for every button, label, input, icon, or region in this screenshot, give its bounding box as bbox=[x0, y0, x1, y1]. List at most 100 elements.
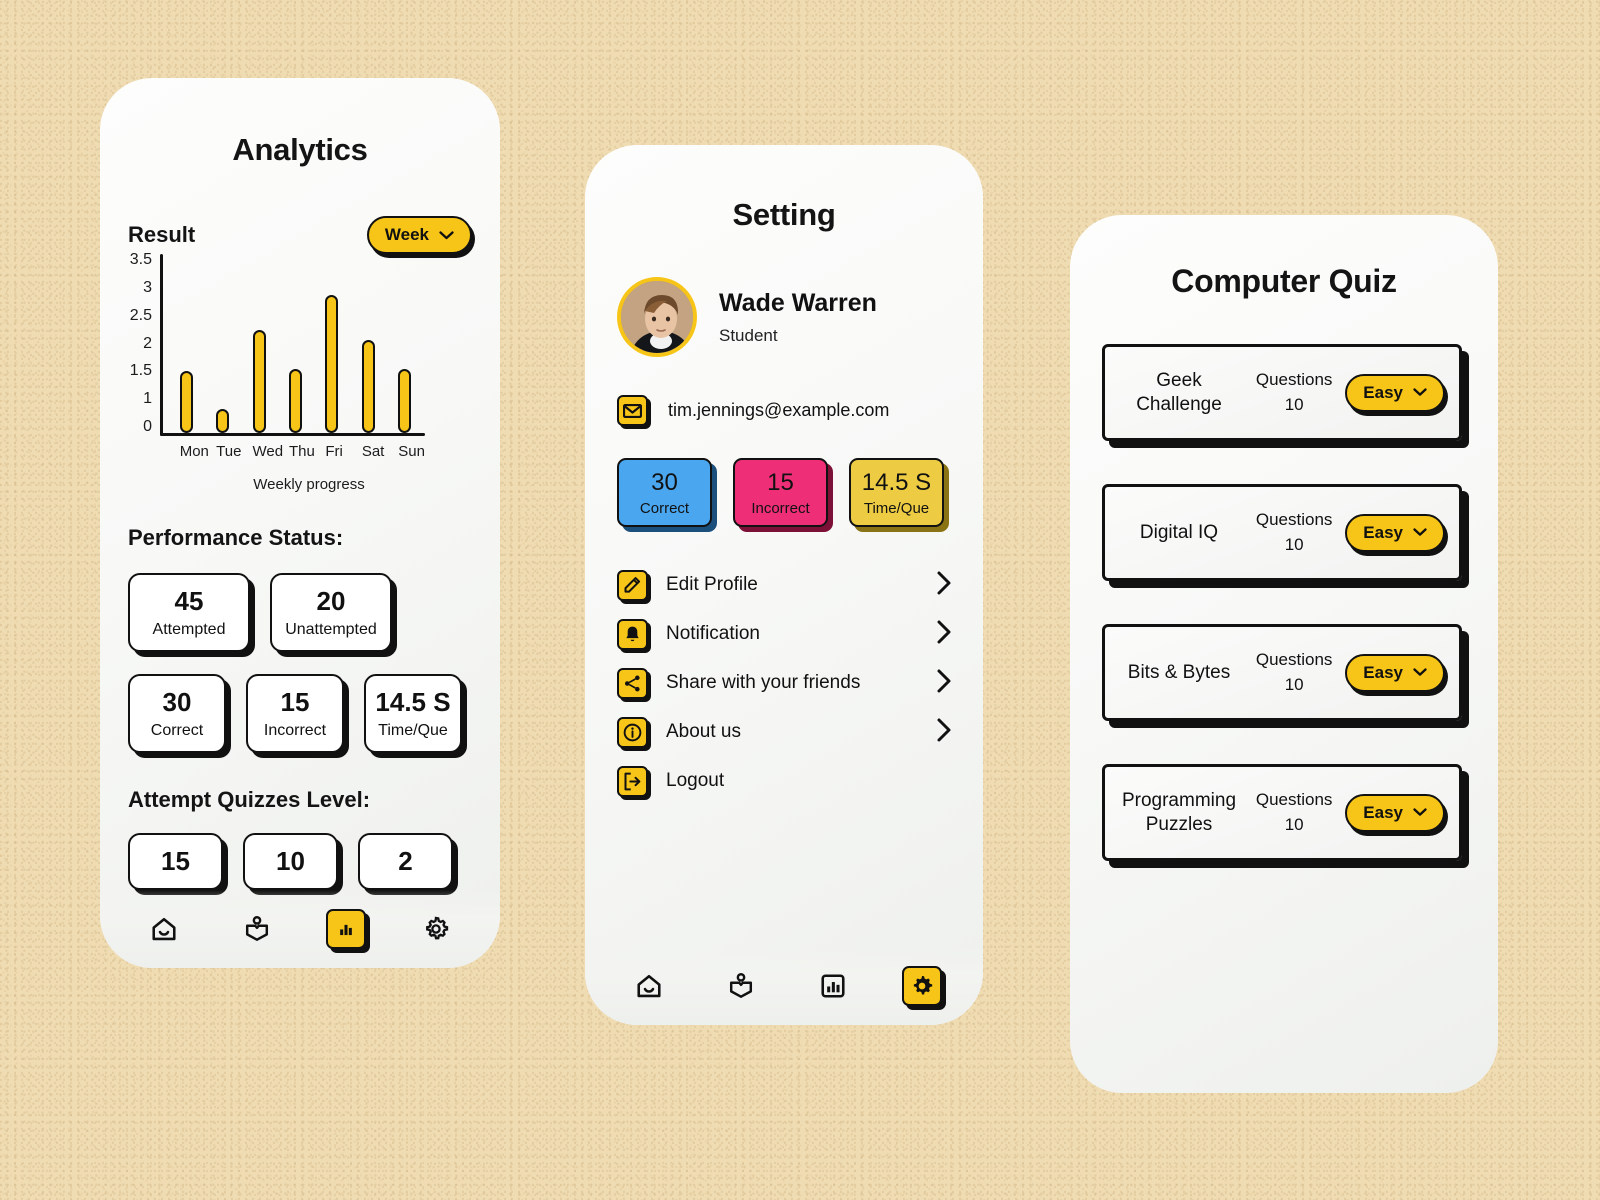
chart-y-tick: 2 bbox=[143, 334, 152, 352]
chevron-right-glyph bbox=[937, 571, 951, 595]
menu-item-label: Logout bbox=[666, 770, 725, 792]
home-icon-glyph bbox=[152, 917, 176, 941]
user-avatar-image bbox=[621, 281, 693, 353]
stat-card[interactable]: 45 Attempted bbox=[128, 573, 250, 652]
bottom-navigation bbox=[585, 947, 983, 1025]
stat-card[interactable]: 15 bbox=[128, 832, 223, 890]
mail-icon bbox=[617, 395, 648, 426]
chart-x-tick: Mon bbox=[179, 443, 209, 460]
chevron-down-icon bbox=[439, 230, 454, 239]
performance-row-1: 45 Attempted 20 Unattempted bbox=[128, 573, 500, 652]
setting-stat-card[interactable]: 30 Correct bbox=[617, 458, 712, 527]
pencil-icon bbox=[617, 569, 648, 601]
menu-item-edit-profile[interactable]: Edit Profile bbox=[617, 561, 953, 610]
stat-card[interactable]: 30 Correct bbox=[128, 673, 226, 753]
quiz-card[interactable]: Geek Challenge Questions 10 Easy bbox=[1102, 344, 1462, 441]
setting-stat-card[interactable]: 14.5 S Time/Que bbox=[849, 458, 944, 527]
setting-screen: Setting Wade Warren Student tim.jennings… bbox=[585, 145, 983, 1025]
menu-item-label: Share with your friends bbox=[666, 672, 861, 694]
menu-item-logout[interactable]: Logout bbox=[617, 757, 953, 806]
nav-learning[interactable] bbox=[718, 963, 764, 1009]
result-label: Result bbox=[128, 222, 196, 247]
chart-y-tick: 2.5 bbox=[129, 306, 152, 324]
chart-bar bbox=[361, 339, 375, 433]
nav-home[interactable] bbox=[626, 963, 672, 1009]
chart-x-tick: Thu bbox=[288, 443, 315, 460]
quiz-card-name: Programming Puzzles bbox=[1121, 789, 1237, 835]
menu-item-label: About us bbox=[666, 721, 741, 743]
nav-gear[interactable] bbox=[902, 966, 942, 1006]
menu-item-label: Notification bbox=[666, 623, 760, 645]
stat-card[interactable]: 20 Unattempted bbox=[270, 573, 392, 652]
quiz-card-list: Geek Challenge Questions 10 Easy Digital … bbox=[1102, 344, 1462, 861]
chart-icon-solid-glyph bbox=[340, 924, 353, 936]
mail-glyph bbox=[623, 403, 642, 418]
setting-stat-value: 30 bbox=[651, 469, 678, 496]
chart-bar bbox=[325, 294, 339, 433]
nav-chart[interactable] bbox=[810, 963, 856, 1009]
range-dropdown[interactable]: Week bbox=[366, 216, 472, 254]
setting-menu-list: Edit Profile Notification Share with you… bbox=[617, 561, 953, 806]
chevron-right-glyph bbox=[937, 620, 951, 644]
stat-card[interactable]: 10 bbox=[243, 832, 338, 890]
menu-item-share-with-your-friends[interactable]: Share with your friends bbox=[617, 659, 953, 708]
chevron-right-icon[interactable] bbox=[936, 619, 953, 650]
nav-learning[interactable] bbox=[234, 906, 280, 952]
setting-stat-label: Time/Que bbox=[863, 499, 930, 517]
nav-home[interactable] bbox=[141, 906, 187, 952]
quiz-card[interactable]: Digital IQ Questions 10 Easy bbox=[1102, 484, 1462, 581]
setting-stat-label: Correct bbox=[639, 499, 690, 517]
chevron-right-icon[interactable] bbox=[936, 717, 953, 748]
stat-card-value: 2 bbox=[398, 845, 413, 876]
chevron-right-icon[interactable] bbox=[936, 570, 953, 601]
quiz-card-name: Geek Challenge bbox=[1136, 369, 1222, 415]
stat-card-value: 20 bbox=[316, 586, 346, 616]
page-title: Analytics bbox=[232, 132, 368, 167]
chart-y-tick: 3.5 bbox=[129, 251, 152, 268]
chevron-down-glyph bbox=[1413, 528, 1427, 536]
difficulty-dropdown[interactable]: Easy bbox=[1345, 373, 1445, 412]
quiz-card-questions: Questions 10 bbox=[1255, 649, 1333, 694]
nav-gear[interactable] bbox=[413, 906, 459, 952]
nav-chart[interactable] bbox=[326, 909, 367, 949]
difficulty-dropdown[interactable]: Easy bbox=[1345, 793, 1445, 832]
menu-item-label: Edit Profile bbox=[666, 574, 758, 596]
quiz-card-questions: Questions 10 bbox=[1255, 369, 1333, 414]
quiz-card[interactable]: Programming Puzzles Questions 10 Easy bbox=[1102, 764, 1462, 861]
quiz-card-name: Digital IQ bbox=[1139, 521, 1219, 543]
stat-card-label: Unattempted bbox=[285, 620, 377, 638]
chart-x-tick: Sun bbox=[398, 443, 425, 460]
setting-stat-card[interactable]: 15 Incorrect bbox=[733, 458, 828, 527]
home-icon-glyph bbox=[637, 974, 661, 998]
chart-bar bbox=[288, 368, 302, 433]
quiz-card[interactable]: Bits & Bytes Questions 10 Easy bbox=[1102, 624, 1462, 721]
menu-item-notification[interactable]: Notification bbox=[617, 610, 953, 659]
info-icon-glyph bbox=[623, 723, 642, 742]
profile-role: Student bbox=[719, 325, 778, 345]
difficulty-dropdown-label: Easy bbox=[1363, 802, 1403, 822]
stat-card[interactable]: 2 bbox=[358, 832, 453, 890]
difficulty-dropdown[interactable]: Easy bbox=[1345, 513, 1445, 552]
chevron-down-glyph bbox=[1413, 808, 1427, 816]
learning-icon-glyph bbox=[729, 972, 753, 998]
share-icon-glyph bbox=[624, 675, 640, 692]
chart-x-tick: Fri bbox=[325, 443, 343, 460]
logout-icon-glyph bbox=[624, 772, 641, 791]
performance-status-heading: Performance Status: bbox=[128, 525, 344, 550]
chart-y-tick: 3 bbox=[143, 278, 152, 296]
stat-card[interactable]: 15 Incorrect bbox=[246, 673, 344, 753]
chart-x-axis-labels: Mon Tue Wed Thu Fri Sat Sun bbox=[168, 443, 425, 460]
bottom-navigation bbox=[100, 890, 500, 968]
chevron-right-icon[interactable] bbox=[936, 668, 953, 699]
learning-icon-glyph bbox=[245, 915, 268, 941]
difficulty-dropdown-label: Easy bbox=[1363, 522, 1403, 542]
weekly-progress-chart: 3.5 3 2.5 2 1.5 1 0 Mon Tue Wed Thu Fri Sat Sun bbox=[118, 251, 500, 460]
page-title: Computer Quiz bbox=[1171, 263, 1397, 299]
avatar bbox=[617, 277, 697, 357]
difficulty-dropdown[interactable]: Easy bbox=[1345, 653, 1445, 692]
chart-y-tick: 0 bbox=[143, 418, 152, 435]
menu-item-about-us[interactable]: About us bbox=[617, 708, 953, 757]
stat-card[interactable]: 14.5 S Time/Que bbox=[364, 673, 462, 753]
stat-card-value: 10 bbox=[276, 845, 305, 876]
pencil-icon-glyph bbox=[624, 576, 641, 593]
